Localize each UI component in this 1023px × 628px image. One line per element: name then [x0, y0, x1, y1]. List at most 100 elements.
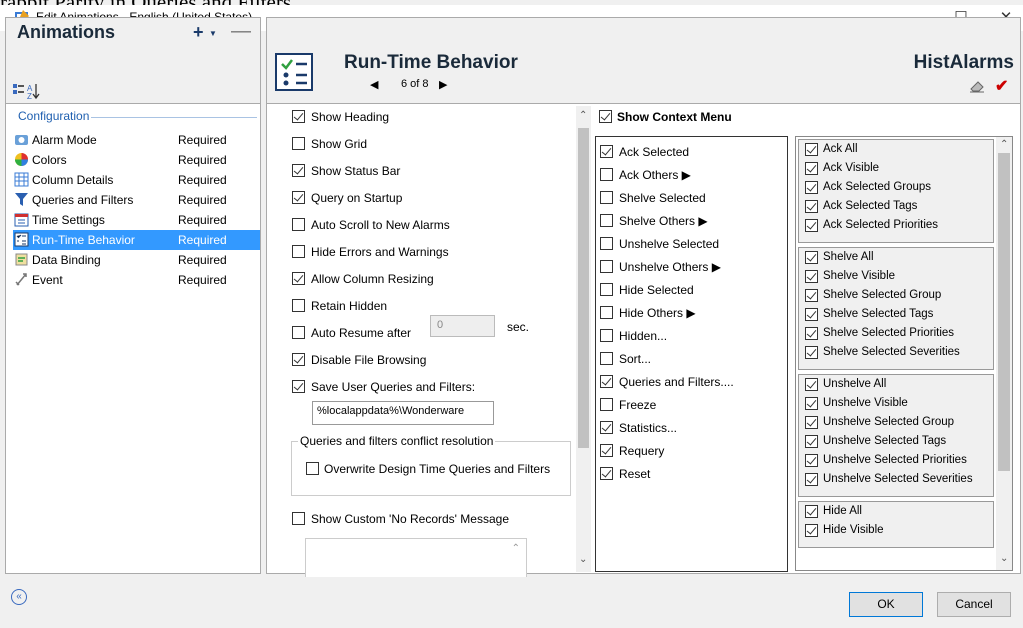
- submenu-option-checkbox[interactable]: [805, 454, 818, 467]
- context-menu-item-checkbox[interactable]: [600, 191, 613, 204]
- scroll-up-icon[interactable]: ⌃: [579, 110, 587, 121]
- animations-panel-header: Animations + ▼ — A Z: [6, 18, 260, 104]
- submenu-option-checkbox[interactable]: [805, 289, 818, 302]
- submenu-option-checkbox[interactable]: [805, 219, 818, 232]
- add-dropdown-icon[interactable]: ▼: [209, 29, 217, 38]
- collapse-panel-button[interactable]: «: [11, 589, 27, 605]
- option-label: Allow Column Resizing: [311, 272, 434, 286]
- submenu-option-checkbox[interactable]: [805, 435, 818, 448]
- context-menu-item-checkbox[interactable]: [600, 375, 613, 388]
- submenu-option-checkbox[interactable]: [805, 162, 818, 175]
- context-menu-item-checkbox[interactable]: [600, 352, 613, 365]
- context-menu-item-checkbox[interactable]: [600, 329, 613, 342]
- option-checkbox[interactable]: [292, 245, 305, 258]
- animation-item-status: Required: [178, 253, 227, 267]
- eraser-icon[interactable]: [969, 79, 985, 93]
- context-menu-item-checkbox[interactable]: [600, 283, 613, 296]
- scroll-down-icon[interactable]: ⌄: [579, 554, 587, 565]
- animation-item-column-details[interactable]: Column Details Required: [13, 170, 260, 190]
- context-menu-item-checkbox[interactable]: [600, 237, 613, 250]
- submenu-option-checkbox[interactable]: [805, 327, 818, 340]
- show-custom-message-checkbox[interactable]: [292, 512, 305, 525]
- option-checkbox[interactable]: [292, 353, 305, 366]
- option-checkbox[interactable]: [292, 137, 305, 150]
- context-menu-item-checkbox[interactable]: [600, 398, 613, 411]
- animation-item-time-settings[interactable]: Time Settings Required: [13, 210, 260, 230]
- option-checkbox[interactable]: [292, 299, 305, 312]
- submenu-option-checkbox[interactable]: [805, 378, 818, 391]
- animation-item-label: Event: [32, 273, 63, 287]
- submenu-option-checkbox[interactable]: [805, 181, 818, 194]
- submenu-option-label: Unshelve Selected Tags: [823, 435, 947, 447]
- next-page-button[interactable]: ▶: [439, 78, 447, 91]
- animation-item-alarm-mode[interactable]: Alarm Mode Required: [13, 130, 260, 150]
- show-context-menu-checkbox[interactable]: [599, 110, 612, 123]
- overwrite-design-time-checkbox[interactable]: [306, 462, 319, 475]
- context-menu-item-checkbox[interactable]: [600, 444, 613, 457]
- option-checkbox[interactable]: [292, 380, 305, 393]
- context-menu-item-checkbox[interactable]: [600, 145, 613, 158]
- ok-button[interactable]: OK: [849, 592, 923, 617]
- option-checkbox[interactable]: [292, 164, 305, 177]
- animation-item-status: Required: [178, 273, 227, 287]
- animation-item-data-binding[interactable]: Data Binding Required: [13, 250, 260, 270]
- context-menu-item-checkbox[interactable]: [600, 467, 613, 480]
- submenu-option-label: Shelve Selected Severities: [823, 346, 960, 358]
- submenu-option-checkbox[interactable]: [805, 473, 818, 486]
- submenu-option-checkbox[interactable]: [805, 308, 818, 321]
- textarea-scroll-up-icon[interactable]: ⌃: [512, 543, 520, 554]
- submenu-option-checkbox[interactable]: [805, 524, 818, 537]
- scroll-down-icon[interactable]: ⌄: [1000, 553, 1008, 564]
- submenu-option-checkbox[interactable]: [805, 200, 818, 213]
- option-label: Show Heading: [311, 110, 390, 124]
- context-menu-item-label: Hide Others ▶: [619, 306, 696, 320]
- custom-message-textarea[interactable]: ⌃: [305, 538, 527, 578]
- remove-animation-button[interactable]: —: [231, 20, 251, 43]
- context-menu-item-label: Unshelve Selected: [619, 237, 720, 251]
- option-checkbox[interactable]: [292, 326, 305, 339]
- animation-item-colors[interactable]: Colors Required: [13, 150, 260, 170]
- submenu-option-label: Ack Selected Tags: [823, 200, 918, 212]
- submenu-scrollbar[interactable]: ⌃ ⌄: [996, 137, 1012, 570]
- animation-item-status: Required: [178, 233, 227, 247]
- animation-item-status: Required: [178, 133, 227, 147]
- cancel-button[interactable]: Cancel: [937, 592, 1011, 617]
- scroll-up-icon[interactable]: ⌃: [1000, 139, 1008, 150]
- option-checkbox[interactable]: [292, 110, 305, 123]
- animation-item-queries-and-filters[interactable]: Queries and Filters Required: [13, 190, 260, 210]
- option-checkbox[interactable]: [292, 218, 305, 231]
- animation-item-run-time-behavior[interactable]: Run-Time Behavior Required: [13, 230, 260, 250]
- add-animation-button[interactable]: +: [193, 22, 204, 43]
- sort-categorized-alphabetical-icon[interactable]: A Z: [12, 82, 44, 100]
- scrollbar-thumb[interactable]: [998, 153, 1010, 471]
- context-menu-item-checkbox[interactable]: [600, 168, 613, 181]
- save-queries-path-input[interactable]: %localappdata%\Wonderware: [312, 401, 494, 425]
- animation-item-event[interactable]: Event Required: [13, 270, 260, 290]
- options-scrollbar[interactable]: ⌃ ⌄: [576, 106, 591, 572]
- submenu-option-label: Shelve Visible: [823, 270, 896, 282]
- previous-page-button[interactable]: ◀: [370, 78, 378, 91]
- context-menu-item-label: Ack Selected: [619, 145, 690, 159]
- auto-resume-seconds-input[interactable]: 0: [430, 315, 495, 337]
- run-time-behavior-large-icon: [275, 53, 313, 91]
- context-menu-item-checkbox[interactable]: [600, 306, 613, 319]
- submenu-option-checkbox[interactable]: [805, 251, 818, 264]
- submenu-option-checkbox[interactable]: [805, 270, 818, 283]
- submenu-option-checkbox[interactable]: [805, 397, 818, 410]
- submenu-option-label: Shelve Selected Tags: [823, 308, 934, 320]
- colors-icon: [15, 153, 28, 166]
- context-menu-item-checkbox[interactable]: [600, 260, 613, 273]
- animation-item-status: Required: [178, 173, 227, 187]
- submenu-option-checkbox[interactable]: [805, 505, 818, 518]
- context-menu-item-checkbox[interactable]: [600, 421, 613, 434]
- scrollbar-thumb[interactable]: [578, 128, 589, 448]
- submenu-option-checkbox[interactable]: [805, 346, 818, 359]
- option-checkbox[interactable]: [292, 272, 305, 285]
- submenu-option-checkbox[interactable]: [805, 416, 818, 429]
- submenu-option-checkbox[interactable]: [805, 143, 818, 156]
- animation-item-label: Colors: [32, 153, 67, 167]
- context-menu-item-label: Statistics...: [619, 421, 678, 435]
- validate-check-icon[interactable]: ✔: [995, 76, 1008, 96]
- context-menu-item-checkbox[interactable]: [600, 214, 613, 227]
- option-checkbox[interactable]: [292, 191, 305, 204]
